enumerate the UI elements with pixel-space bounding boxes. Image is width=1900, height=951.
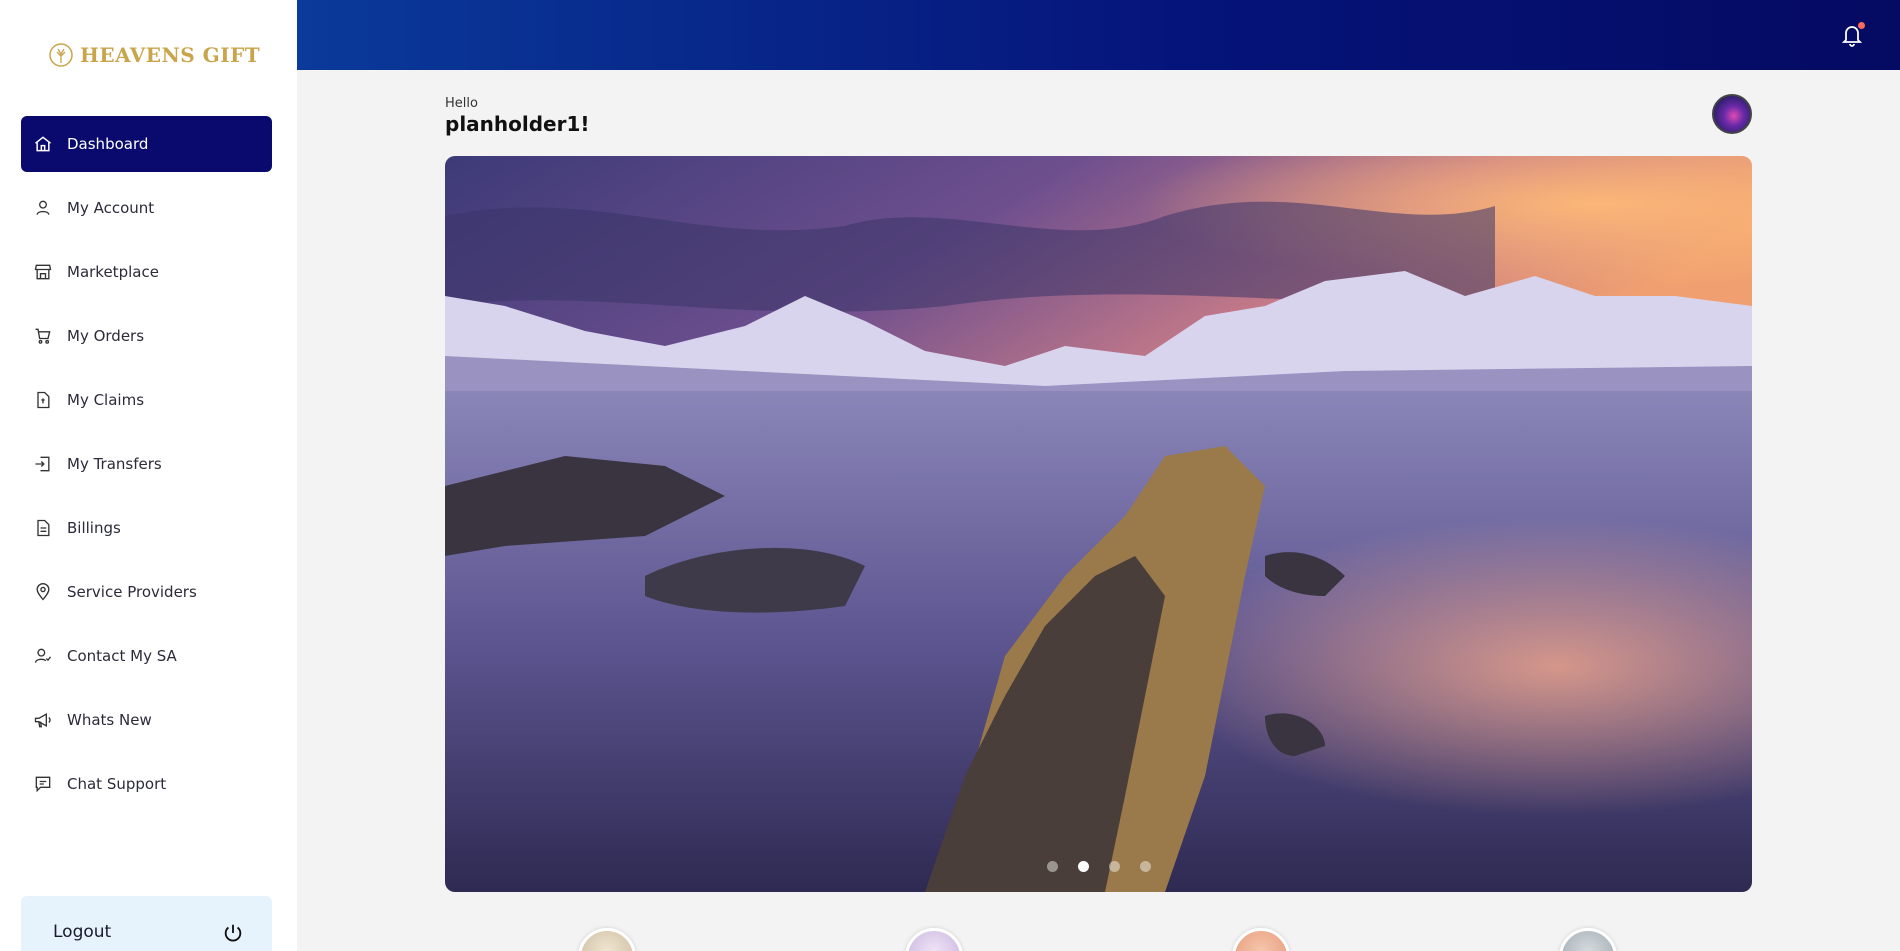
sidebar-item-dashboard[interactable]: Dashboard [21, 116, 272, 172]
greeting-hello: Hello [445, 96, 478, 111]
sidebar-item-marketplace[interactable]: Marketplace [21, 244, 272, 300]
sidebar-item-service-providers[interactable]: Service Providers [21, 564, 272, 620]
avatar[interactable] [1712, 94, 1752, 134]
greeting-username: planholder1! [445, 112, 590, 136]
sidebar-item-label: Billings [67, 519, 121, 537]
sidebar-item-label: Service Providers [67, 583, 197, 601]
carousel-dots [445, 861, 1752, 872]
sidebar-item-my-claims[interactable]: My Claims [21, 372, 272, 428]
carousel-dot-active[interactable] [1077, 861, 1089, 872]
sidebar-nav: Dashboard My Account Marketplace My Orde… [21, 116, 272, 820]
tree-logo-icon [49, 43, 73, 67]
sidebar-item-billings[interactable]: Billings [21, 500, 272, 556]
carousel-dot[interactable] [1108, 861, 1120, 872]
power-icon [222, 922, 244, 948]
location-pin-icon [33, 582, 53, 602]
sidebar-item-label: Whats New [67, 711, 152, 729]
transfer-icon [33, 454, 53, 474]
store-icon [33, 262, 53, 282]
sidebar-item-my-transfers[interactable]: My Transfers [21, 436, 272, 492]
user-icon [33, 198, 53, 218]
sidebar-item-label: Dashboard [67, 135, 149, 153]
logout-label: Logout [53, 922, 112, 942]
sidebar-item-contact-my-sa[interactable]: Contact My SA [21, 628, 272, 684]
feature-thumbnail[interactable] [1559, 928, 1617, 951]
sidebar-item-whats-new[interactable]: Whats New [21, 692, 272, 748]
carousel-dot[interactable] [1046, 861, 1058, 872]
sidebar-item-label: Chat Support [67, 775, 167, 793]
notification-bell-icon[interactable] [1840, 22, 1865, 48]
sidebar-item-label: My Orders [67, 327, 145, 345]
carousel-slide-image [445, 156, 1752, 892]
claim-file-icon [33, 390, 53, 410]
feature-thumbnail[interactable] [905, 928, 963, 951]
sidebar-item-label: Marketplace [67, 263, 159, 281]
brand-logo[interactable]: HEAVENS GIFT [48, 42, 260, 68]
sidebar-item-label: My Claims [67, 391, 145, 409]
sidebar-item-label: Contact My SA [67, 647, 177, 665]
logout-button[interactable]: Logout [21, 896, 272, 951]
notification-badge [1858, 22, 1865, 29]
feature-thumbnail[interactable] [578, 928, 636, 951]
sidebar-item-label: My Transfers [67, 455, 162, 473]
sidebar-item-my-account[interactable]: My Account [21, 180, 272, 236]
chat-icon [33, 774, 53, 794]
carousel-dot[interactable] [1139, 861, 1151, 872]
sidebar-item-chat-support[interactable]: Chat Support [21, 756, 272, 812]
megaphone-icon [33, 710, 53, 730]
home-icon [33, 134, 53, 154]
sidebar: HEAVENS GIFT Dashboard My Account Market… [0, 0, 297, 951]
brand-name: HEAVENS GIFT [80, 43, 261, 67]
hero-carousel[interactable] [445, 156, 1752, 892]
cart-icon [33, 326, 53, 346]
greeting: Hello planholder1! [445, 96, 590, 136]
billing-icon [33, 518, 53, 538]
top-bar [297, 0, 1900, 70]
feature-thumbnail[interactable] [1232, 928, 1290, 951]
sidebar-item-label: My Account [67, 199, 155, 217]
contact-user-icon [33, 646, 53, 666]
sidebar-item-my-orders[interactable]: My Orders [21, 308, 272, 364]
